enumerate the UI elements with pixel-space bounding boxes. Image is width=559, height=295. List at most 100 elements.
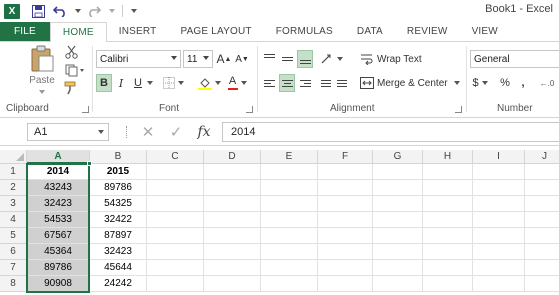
tab-page-layout[interactable]: PAGE LAYOUT <box>168 22 263 41</box>
font-launcher-icon[interactable] <box>246 106 253 113</box>
comma-style-button[interactable]: , <box>517 74 529 92</box>
column-header-f[interactable]: F <box>318 150 373 164</box>
row-header-5[interactable]: 5 <box>0 228 27 244</box>
cell-a6[interactable]: 45364 <box>27 244 90 260</box>
cell-f4[interactable] <box>318 212 373 228</box>
row-header-1[interactable]: 1 <box>0 164 27 180</box>
cell-b5[interactable]: 87897 <box>90 228 147 244</box>
cell-j6[interactable] <box>525 244 559 260</box>
percent-button[interactable]: % <box>499 74 511 92</box>
tab-review[interactable]: REVIEW <box>395 22 460 41</box>
cell-h8[interactable] <box>423 276 473 292</box>
tab-data[interactable]: DATA <box>345 22 395 41</box>
row-header-8[interactable]: 8 <box>0 276 27 292</box>
select-all-button[interactable] <box>0 150 27 164</box>
cell-g1[interactable] <box>373 164 423 180</box>
cancel-icon[interactable]: ✕ <box>138 122 158 142</box>
cell-f6[interactable] <box>318 244 373 260</box>
cell-d5[interactable] <box>204 228 261 244</box>
bottom-align-icon[interactable] <box>297 50 313 68</box>
cell-h5[interactable] <box>423 228 473 244</box>
tab-view[interactable]: VIEW <box>460 22 510 41</box>
cell-g3[interactable] <box>373 196 423 212</box>
cell-g7[interactable] <box>373 260 423 276</box>
underline-dropdown-icon[interactable] <box>145 74 155 92</box>
cell-h2[interactable] <box>423 180 473 196</box>
cell-e8[interactable] <box>261 276 318 292</box>
cell-e3[interactable] <box>261 196 318 212</box>
row-header-3[interactable]: 3 <box>0 196 27 212</box>
cell-c4[interactable] <box>147 212 204 228</box>
column-header-g[interactable]: G <box>373 150 423 164</box>
column-header-i[interactable]: I <box>473 150 525 164</box>
cut-icon[interactable] <box>63 44 79 60</box>
row-header-7[interactable]: 7 <box>0 260 27 276</box>
cell-c8[interactable] <box>147 276 204 292</box>
column-header-a[interactable]: A <box>27 150 90 164</box>
save-icon[interactable] <box>30 3 46 19</box>
cell-g2[interactable] <box>373 180 423 196</box>
paste-button[interactable]: Paste <box>26 74 58 86</box>
cell-b1[interactable]: 2015 <box>90 164 147 180</box>
cell-a7[interactable]: 89786 <box>27 260 90 276</box>
tab-formulas[interactable]: FORMULAS <box>264 22 345 41</box>
redo-dropdown-icon[interactable] <box>108 3 116 19</box>
cell-c2[interactable] <box>147 180 204 196</box>
cell-i4[interactable] <box>473 212 525 228</box>
cell-g5[interactable] <box>373 228 423 244</box>
middle-align-icon[interactable] <box>279 50 295 68</box>
cell-f1[interactable] <box>318 164 373 180</box>
bold-button[interactable]: B <box>96 74 112 92</box>
merge-center-button[interactable]: Merge & Center <box>360 74 460 92</box>
cell-j7[interactable] <box>525 260 559 276</box>
cell-c5[interactable] <box>147 228 204 244</box>
cell-h7[interactable] <box>423 260 473 276</box>
cell-f5[interactable] <box>318 228 373 244</box>
tab-insert[interactable]: INSERT <box>107 22 169 41</box>
paste-icon[interactable] <box>26 44 58 74</box>
cell-c3[interactable] <box>147 196 204 212</box>
undo-dropdown-icon[interactable] <box>74 3 82 19</box>
italic-button[interactable]: I <box>114 74 128 92</box>
top-align-icon[interactable] <box>261 50 277 68</box>
decrease-indent-icon[interactable] <box>319 74 333 92</box>
cell-d6[interactable] <box>204 244 261 260</box>
clipboard-launcher-icon[interactable] <box>82 106 89 113</box>
cell-f7[interactable] <box>318 260 373 276</box>
tab-home[interactable]: HOME <box>49 22 107 43</box>
cell-e7[interactable] <box>261 260 318 276</box>
column-header-h[interactable]: H <box>423 150 473 164</box>
align-center-icon[interactable] <box>279 74 295 92</box>
cell-a3[interactable]: 32423 <box>27 196 90 212</box>
customize-qat-icon[interactable] <box>129 3 139 19</box>
cell-h3[interactable] <box>423 196 473 212</box>
alignment-launcher-icon[interactable] <box>455 106 462 113</box>
column-header-d[interactable]: D <box>204 150 261 164</box>
cell-i8[interactable] <box>473 276 525 292</box>
cell-b2[interactable]: 89786 <box>90 180 147 196</box>
cell-d2[interactable] <box>204 180 261 196</box>
cell-b8[interactable]: 24242 <box>90 276 147 292</box>
cell-d8[interactable] <box>204 276 261 292</box>
cell-j2[interactable] <box>525 180 559 196</box>
cell-i5[interactable] <box>473 228 525 244</box>
cell-d7[interactable] <box>204 260 261 276</box>
format-painter-icon[interactable] <box>63 80 79 96</box>
orientation-icon[interactable] <box>319 50 343 68</box>
number-format-select[interactable]: General <box>470 50 559 68</box>
column-header-j[interactable]: J <box>525 150 559 164</box>
cell-c7[interactable] <box>147 260 204 276</box>
row-header-6[interactable]: 6 <box>0 244 27 260</box>
insert-function-icon[interactable]: fx <box>194 122 214 142</box>
column-header-b[interactable]: B <box>90 150 147 164</box>
cell-d1[interactable] <box>204 164 261 180</box>
cell-g8[interactable] <box>373 276 423 292</box>
cell-a8[interactable]: 90908 <box>27 276 90 292</box>
cell-g4[interactable] <box>373 212 423 228</box>
cell-e2[interactable] <box>261 180 318 196</box>
column-header-c[interactable]: C <box>147 150 204 164</box>
cell-j5[interactable] <box>525 228 559 244</box>
cell-f3[interactable] <box>318 196 373 212</box>
cell-i1[interactable] <box>473 164 525 180</box>
font-size-select[interactable]: 11 <box>183 50 213 68</box>
